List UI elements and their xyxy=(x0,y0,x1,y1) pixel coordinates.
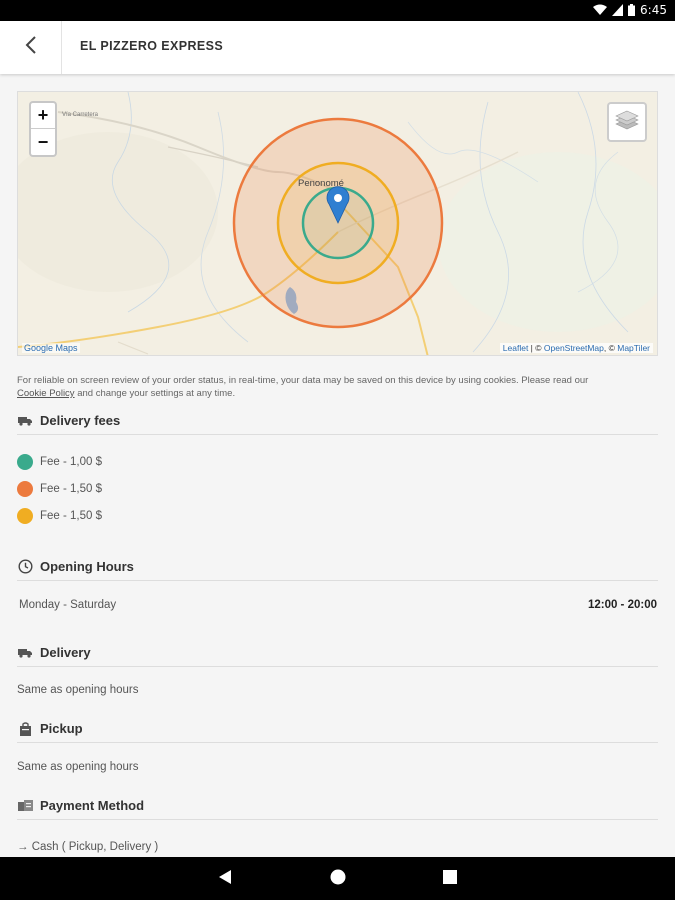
pickup-info: Same as opening hours xyxy=(17,761,139,773)
opening-days: Monday - Saturday xyxy=(19,599,117,611)
signal-icon xyxy=(612,4,624,16)
fee-color-dot xyxy=(17,454,33,470)
payment-item: → Cash ( Pickup, Delivery ) xyxy=(17,841,159,853)
attribution-separator: , © xyxy=(603,343,618,353)
map-road-label: Vía Carretera xyxy=(62,112,99,118)
layers-button[interactable] xyxy=(607,102,647,142)
back-arrow-icon xyxy=(24,36,38,59)
fee-label: Fee - 1,50 $ xyxy=(40,510,103,522)
opening-hours-header: Opening Hours xyxy=(17,553,658,581)
fee-item: Fee - 1,50 $ xyxy=(17,508,102,524)
city-label: Penonomé xyxy=(298,178,344,189)
cookie-notice: For reliable on screen review of your or… xyxy=(17,374,657,400)
layers-icon xyxy=(615,109,639,136)
cookie-policy-link[interactable]: Cookie Policy xyxy=(17,388,75,399)
bag-icon xyxy=(17,721,33,737)
fee-label: Fee - 1,00 $ xyxy=(40,456,103,468)
fee-color-dot xyxy=(17,508,33,524)
zoom-out-button[interactable]: − xyxy=(31,129,55,155)
google-maps-link[interactable]: Google Maps xyxy=(22,343,80,353)
cookie-text: For reliable on screen review of your or… xyxy=(17,375,589,386)
app-bar: EL PIZZERO EXPRESS xyxy=(0,21,675,74)
section-title: Opening Hours xyxy=(40,559,134,574)
osm-link[interactable]: OpenStreetMap xyxy=(544,343,604,353)
battery-icon xyxy=(628,4,636,16)
opening-time: 12:00 - 20:00 xyxy=(587,599,657,611)
delivery-info: Same as opening hours xyxy=(17,684,139,696)
wifi-icon xyxy=(593,4,608,16)
back-button[interactable] xyxy=(0,21,62,74)
fee-color-dot xyxy=(17,481,33,497)
fee-label: Fee - 1,50 $ xyxy=(40,483,103,495)
attribution-separator: | © xyxy=(528,343,544,353)
fee-item: Fee - 1,50 $ xyxy=(17,481,102,497)
delivery-header: Delivery xyxy=(17,639,658,667)
section-title: Delivery xyxy=(40,645,91,660)
status-bar: 6:45 xyxy=(0,0,675,21)
payment-method-header: Payment Method xyxy=(17,792,658,820)
nav-back-icon[interactable] xyxy=(218,869,232,890)
nav-home-icon[interactable] xyxy=(330,869,346,890)
system-nav-bar xyxy=(0,857,675,900)
nav-recents-icon[interactable] xyxy=(443,870,457,889)
section-title: Delivery fees xyxy=(40,413,121,428)
map-attribution: Leaflet | © OpenStreetMap, © MapTiler xyxy=(499,343,653,353)
zoom-control: + − xyxy=(29,101,57,157)
cash-icon xyxy=(17,798,33,814)
section-title: Pickup xyxy=(40,721,83,736)
pickup-header: Pickup xyxy=(17,715,658,743)
map-tiles xyxy=(18,92,657,355)
status-time: 6:45 xyxy=(640,3,667,17)
truck-icon xyxy=(17,645,33,661)
fee-item: Fee - 1,00 $ xyxy=(17,454,102,470)
section-title: Payment Method xyxy=(40,798,145,813)
delivery-fees-header: Delivery fees xyxy=(17,407,658,435)
cookie-suffix: and change your settings at any time. xyxy=(74,388,236,399)
delivery-zone-map[interactable]: Vía Carretera Penonomé + − Google Maps L… xyxy=(17,91,658,356)
zoom-in-button[interactable]: + xyxy=(31,103,55,129)
leaflet-link[interactable]: Leaflet xyxy=(503,343,529,353)
page-title: EL PIZZERO EXPRESS xyxy=(80,39,224,53)
clock-icon xyxy=(17,559,33,575)
maptiler-link[interactable]: MapTiler xyxy=(617,343,650,353)
truck-icon xyxy=(17,413,33,429)
